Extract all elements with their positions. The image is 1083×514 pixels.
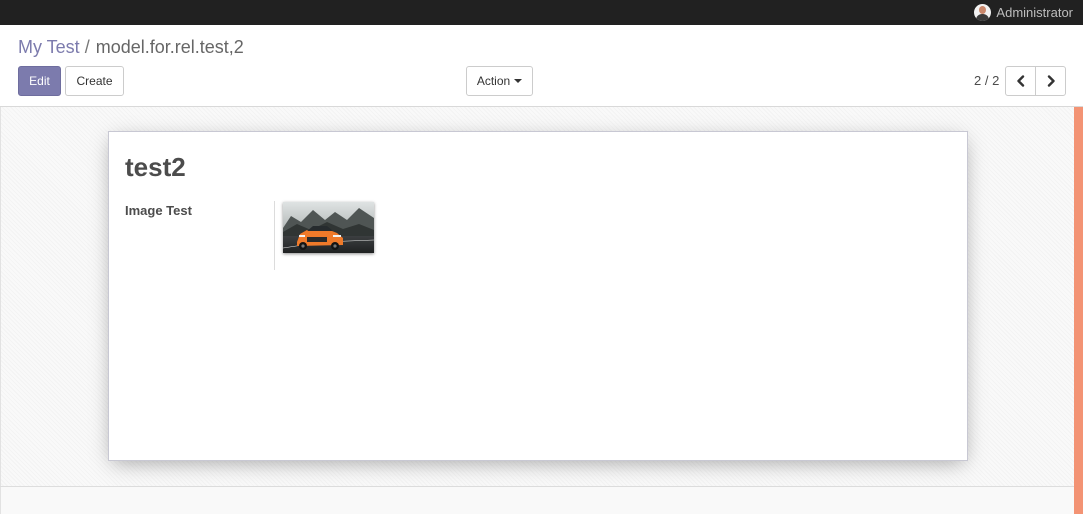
breadcrumb-current: model.for.rel.test,2 bbox=[95, 37, 244, 57]
pager-next-button[interactable] bbox=[1035, 66, 1066, 96]
record-title: test2 bbox=[125, 152, 186, 182]
field-divider bbox=[274, 201, 275, 270]
create-button[interactable]: Create bbox=[65, 66, 124, 96]
edit-button[interactable]: Edit bbox=[18, 66, 61, 96]
image-test-thumbnail[interactable] bbox=[283, 202, 374, 253]
breadcrumb: My Test / model.for.rel.test,2 bbox=[18, 37, 244, 58]
scrollbar-accent[interactable] bbox=[1074, 107, 1083, 514]
caret-down-icon bbox=[514, 79, 523, 83]
action-dropdown[interactable]: Action bbox=[466, 66, 533, 96]
chevron-left-icon bbox=[1016, 75, 1024, 87]
action-label: Action bbox=[476, 74, 511, 88]
user-menu[interactable]: Administrator bbox=[974, 2, 1073, 23]
chevron-right-icon bbox=[1047, 75, 1055, 87]
top-navbar: Administrator bbox=[0, 0, 1083, 25]
user-avatar bbox=[974, 4, 992, 21]
form-sheet: test2 Image Test bbox=[108, 131, 968, 461]
control-panel: My Test / model.for.rel.test,2 Edit Crea… bbox=[0, 25, 1083, 107]
pager-value: 2 / 2 bbox=[974, 73, 1000, 88]
breadcrumb-parent-link[interactable]: My Test bbox=[18, 37, 80, 58]
user-name: Administrator bbox=[996, 5, 1073, 20]
field-label-image-test: Image Test bbox=[125, 203, 192, 218]
pager-previous-button[interactable] bbox=[1005, 66, 1036, 96]
form-footer bbox=[1, 487, 1074, 514]
breadcrumb-separator: / bbox=[84, 37, 90, 57]
